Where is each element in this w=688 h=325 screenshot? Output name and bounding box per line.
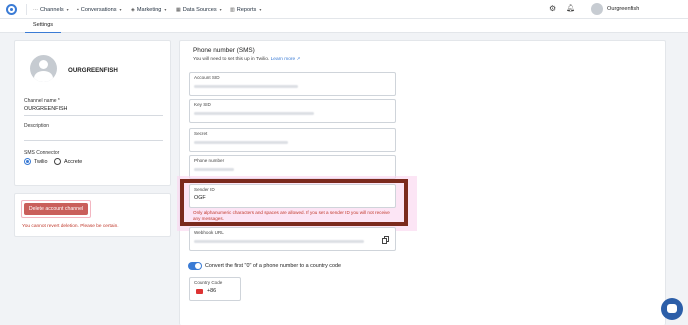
user-fade-overlay <box>640 2 688 18</box>
chat-icon <box>667 304 677 313</box>
bell-icon[interactable]: 🔔︎ <box>566 5 575 13</box>
webhook-url-redacted-value <box>194 240 364 243</box>
account-sid-field[interactable]: Account SID <box>189 72 396 96</box>
radio-twilio[interactable] <box>24 158 31 165</box>
radio-twilio-label: Twilio <box>34 159 48 165</box>
nav-reports-label: Reports <box>236 6 257 13</box>
key-sid-redacted-value <box>194 112 314 115</box>
nav-divider <box>26 4 27 15</box>
key-sid-field[interactable]: Key SID <box>189 99 396 123</box>
radio-accrete-label: Accrete <box>64 159 83 165</box>
nav-marketing[interactable]: ◈ Marketing ▾ <box>131 0 166 19</box>
sms-section-title: Phone number (SMS) <box>193 47 255 54</box>
avatar-head <box>39 60 48 69</box>
chevron-down-icon: ▾ <box>259 7 262 12</box>
sms-connector-label: SMS Connector <box>24 150 60 156</box>
deletion-warning: You cannot revert deletion. Please be ce… <box>22 224 119 229</box>
nav-data-sources[interactable]: ▦ Data Sources ▾ <box>176 0 222 19</box>
tab-settings[interactable]: Settings <box>25 20 61 33</box>
user-avatar[interactable] <box>591 3 603 15</box>
nav-channels[interactable]: ⋯ Channels ▾ <box>33 0 69 19</box>
user-name[interactable]: Ourgreenfish <box>607 6 639 12</box>
external-link-icon[interactable]: ↗ <box>296 56 300 61</box>
chat-bubble-icon: ▪ <box>77 6 79 13</box>
description-label: Description <box>24 123 50 129</box>
danger-zone-card: Delete account channel You cannot revert… <box>14 193 171 237</box>
phone-number-label: Phone number <box>194 158 225 163</box>
sms-subtitle-text: You will need to set this up in Twilio. <box>193 57 270 62</box>
convert-zero-toggle[interactable] <box>188 262 202 270</box>
channel-name-underline <box>24 115 163 116</box>
app-logo-icon[interactable] <box>6 4 17 15</box>
chevron-down-icon: ▾ <box>66 7 69 12</box>
nav-data-sources-label: Data Sources <box>182 6 217 13</box>
china-flag-icon <box>196 289 203 294</box>
support-chat-button[interactable] <box>661 298 683 320</box>
nav-marketing-label: Marketing <box>136 6 162 13</box>
copy-icon-front <box>382 238 387 244</box>
nav-conversations[interactable]: ▪ Conversations ▾ <box>77 0 122 19</box>
channel-name-label: Channel name * <box>24 98 60 104</box>
webhook-url-label: Webhook URL <box>194 230 224 235</box>
profile-name: OURGREENFISH <box>68 67 118 74</box>
nav-channels-label: Channels <box>40 6 64 13</box>
description-underline[interactable] <box>24 140 163 141</box>
broadcast-icon: ◈ <box>131 6 135 13</box>
nav-conversations-label: Conversations <box>80 6 117 13</box>
avatar-body <box>34 71 53 82</box>
phone-number-redacted-value <box>194 168 234 171</box>
key-sid-label: Key SID <box>194 102 211 107</box>
account-sid-redacted-value <box>194 85 298 88</box>
profile-card: OURGREENFISH Channel name * OURGREENFISH… <box>14 40 171 186</box>
channel-name-input[interactable]: OURGREENFISH <box>24 106 67 112</box>
webhook-url-field[interactable]: Webhook URL <box>189 227 396 251</box>
sender-id-annotation-frame <box>180 179 408 226</box>
chevron-down-icon: ▾ <box>164 7 167 12</box>
country-code-label: Country Code <box>194 280 223 285</box>
channel-avatar[interactable] <box>30 55 57 82</box>
country-code-value: +86 <box>207 288 217 294</box>
gear-icon[interactable]: ⚙ <box>549 5 556 13</box>
secret-redacted-value <box>194 141 288 144</box>
convert-zero-label: Convert the first "0" of a phone number … <box>205 263 341 269</box>
top-navbar: ⋯ Channels ▾ ▪ Conversations ▾ ◈ Marketi… <box>0 0 688 19</box>
secret-field[interactable]: Secret <box>189 128 396 152</box>
account-sid-label: Account SID <box>194 75 220 80</box>
radio-accrete[interactable] <box>54 158 61 165</box>
delete-account-channel-button[interactable]: Delete account channel <box>24 203 88 215</box>
nav-reports[interactable]: ▥ Reports ▾ <box>230 0 261 19</box>
tab-bar: Settings <box>0 19 688 33</box>
chat-dots-icon: ⋯ <box>33 6 38 13</box>
chevron-down-icon: ▾ <box>219 7 222 12</box>
copy-icon[interactable] <box>382 236 389 244</box>
grid-icon: ▦ <box>176 6 181 13</box>
bar-chart-icon: ▥ <box>230 6 235 13</box>
learn-more-link[interactable]: Learn more <box>271 57 296 62</box>
secret-label: Secret <box>194 131 208 136</box>
sms-section-subtitle: You will need to set this up in Twilio. … <box>193 56 300 62</box>
chevron-down-icon: ▾ <box>119 7 122 12</box>
